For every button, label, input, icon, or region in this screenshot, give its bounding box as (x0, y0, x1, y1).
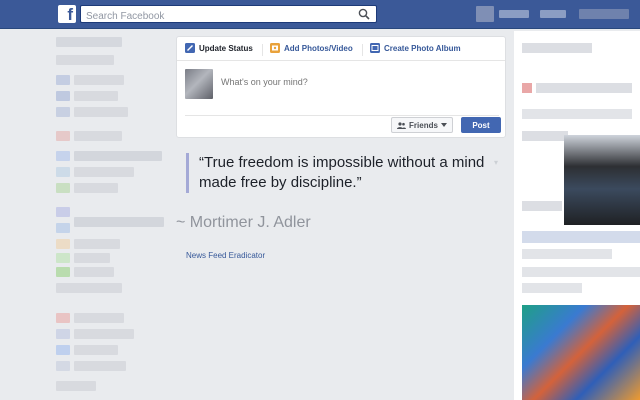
sidebar-blur-row (56, 91, 70, 101)
pencil-icon (185, 43, 195, 53)
tab-label: Create Photo Album (384, 43, 461, 53)
quote-text: “True freedom is impossible without a mi… (199, 154, 485, 191)
status-composer: Update Status Add Photos/Video Create Ph… (176, 36, 506, 138)
sidebar-blur-row (56, 361, 70, 371)
sidebar-blur-row (56, 131, 70, 141)
search-icon[interactable] (358, 8, 370, 20)
sidebar-blur-row (74, 131, 122, 141)
right-blur-block (522, 43, 592, 53)
sidebar-blur-row (74, 75, 124, 85)
left-sidebar-blurred (52, 31, 170, 400)
sidebar-blur-row (74, 107, 128, 117)
close-icon[interactable]: ▾ (494, 158, 498, 167)
sidebar-blur-row (74, 253, 110, 263)
sidebar-blur-row (56, 329, 70, 339)
facebook-logo-icon[interactable]: f (58, 5, 76, 23)
tab-create-photo-album[interactable]: Create Photo Album (370, 43, 461, 53)
status-input[interactable] (221, 77, 491, 87)
sidebar-blur-row (56, 345, 70, 355)
home-link-blurred[interactable] (540, 10, 566, 18)
sidebar-blur-row (56, 253, 70, 263)
sidebar-blur-row (74, 239, 120, 249)
right-blur-block (522, 131, 568, 141)
profile-avatar[interactable] (476, 6, 494, 22)
right-sidebar-blurred (514, 31, 640, 400)
tab-divider (362, 44, 363, 56)
top-navigation-bar: f (0, 0, 640, 29)
right-blur-block (522, 249, 612, 259)
right-blur-block (522, 109, 632, 119)
sidebar-blur-row (74, 91, 118, 101)
sidebar-blur-row (74, 345, 118, 355)
sidebar-blur-row (56, 313, 70, 323)
photo-icon (270, 43, 280, 53)
sidebar-blur-row (74, 267, 114, 277)
chevron-down-icon (440, 123, 447, 127)
sidebar-blur-row (56, 267, 70, 277)
sidebar-blur-row (56, 107, 70, 117)
right-blur-image (522, 305, 640, 400)
composer-divider (185, 115, 499, 116)
news-feed-eradicator-link[interactable]: News Feed Eradicator (186, 251, 265, 260)
quote-author: ~ Mortimer J. Adler (176, 214, 311, 231)
sidebar-blur-row (56, 283, 122, 293)
album-icon (370, 43, 380, 53)
sidebar-blur-row (56, 167, 70, 177)
sidebar-blur-row (56, 239, 70, 249)
sidebar-blur-row (74, 167, 134, 177)
avatar[interactable] (185, 69, 213, 99)
right-blur-block (522, 267, 640, 277)
tab-label: Add Photos/Video (284, 43, 353, 53)
quote-block: “True freedom is impossible without a mi… (186, 153, 496, 193)
audience-label: Friends (409, 120, 438, 130)
friends-icon (397, 121, 407, 129)
audience-selector-button[interactable]: Friends (391, 117, 453, 133)
composer-tabs: Update Status Add Photos/Video Create Ph… (177, 37, 505, 61)
right-blur-block (522, 283, 582, 293)
tab-label: Update Status (199, 43, 253, 53)
sidebar-blur-row (56, 183, 70, 193)
sidebar-blur-row (56, 37, 122, 47)
right-blur-image (564, 135, 640, 225)
sidebar-blur-row (56, 55, 114, 65)
right-blur-block (522, 231, 640, 243)
sidebar-blur-row (56, 223, 70, 233)
profile-name-blurred[interactable] (499, 10, 529, 18)
sidebar-blur-row (74, 313, 124, 323)
sidebar-blur-row (74, 183, 118, 193)
right-blur-block (536, 83, 632, 93)
tab-divider (262, 44, 263, 56)
post-button[interactable]: Post (461, 117, 501, 133)
right-blur-block (522, 83, 532, 93)
sidebar-blur-row (56, 381, 96, 391)
sidebar-blur-row (74, 361, 126, 371)
tab-update-status[interactable]: Update Status (185, 43, 253, 53)
search-input[interactable] (81, 8, 341, 25)
sidebar-blur-row (74, 217, 164, 227)
sidebar-blur-row (56, 151, 70, 161)
right-blur-block (522, 201, 562, 211)
sidebar-blur-row (56, 207, 70, 217)
search-box[interactable] (80, 5, 377, 25)
sidebar-blur-row (56, 75, 70, 85)
profile-area-blurred[interactable] (476, 6, 629, 22)
tab-add-photos-video[interactable]: Add Photos/Video (270, 43, 353, 53)
sidebar-blur-row (74, 329, 134, 339)
top-icons-blurred[interactable] (579, 9, 629, 19)
sidebar-blur-row (74, 151, 162, 161)
